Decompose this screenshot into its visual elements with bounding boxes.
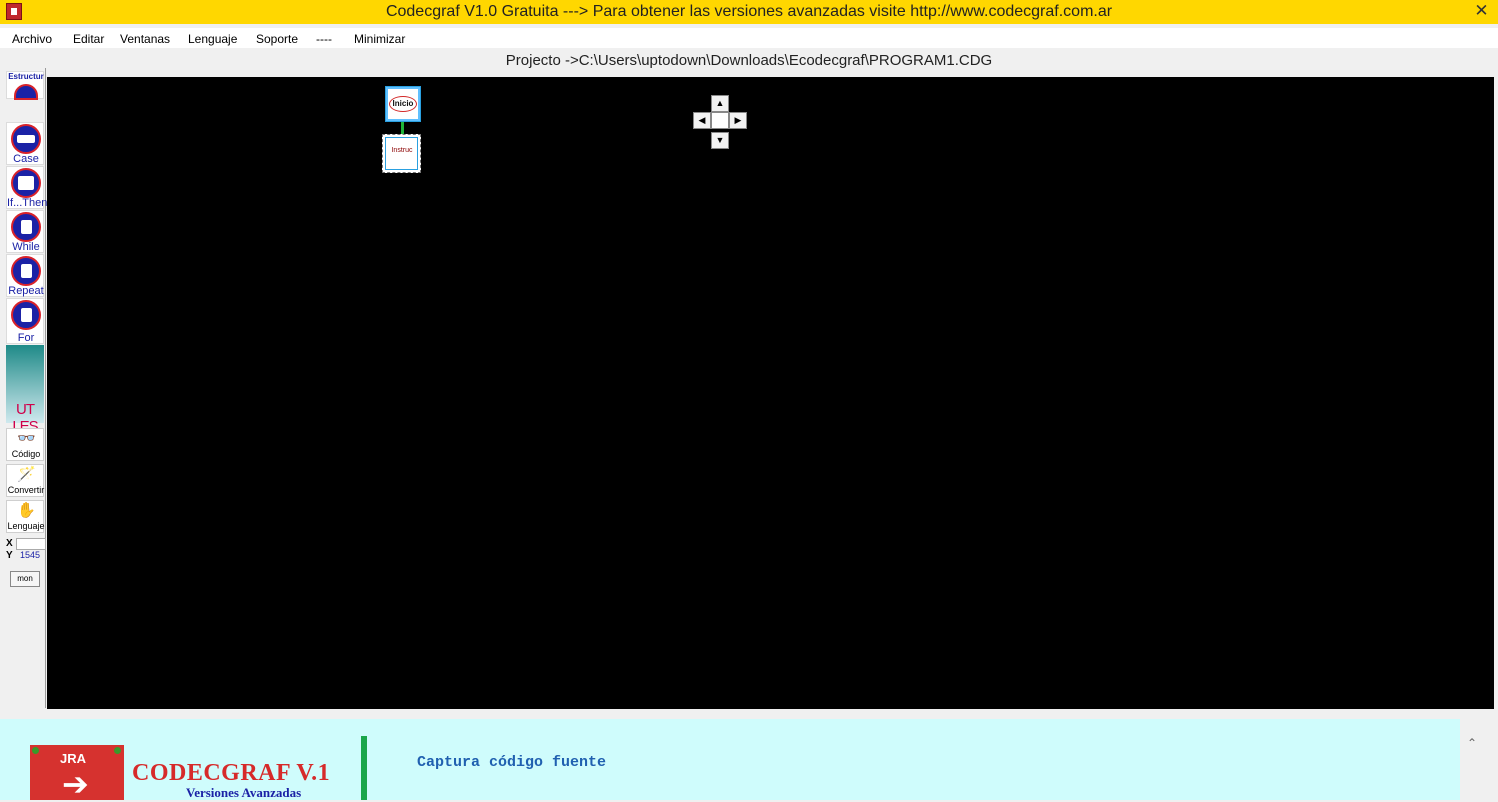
- repeat-icon: [11, 256, 41, 286]
- logo-title: CODECGRAF V.1: [132, 760, 331, 786]
- close-icon[interactable]: ✕: [1465, 0, 1498, 22]
- tool-case-label: Case: [13, 153, 39, 165]
- menu-soporte[interactable]: Soporte: [256, 32, 298, 46]
- lenguaje-label: Lenguaje: [7, 521, 45, 531]
- coord-y-value: 1545: [20, 550, 41, 560]
- utiles-panel[interactable]: UT LES: [6, 345, 44, 435]
- menu-lenguaje[interactable]: Lenguaje: [188, 32, 237, 46]
- mon-button[interactable]: mon: [10, 571, 40, 587]
- window-title: Codecgraf V1.0 Gratuita ---> Para obtene…: [385, 3, 1113, 20]
- banner-scrollbar[interactable]: [1460, 719, 1498, 800]
- nav-center: [711, 112, 729, 129]
- node-instruc[interactable]: Instruc: [382, 134, 421, 173]
- codigo-button[interactable]: 👓 Código: [6, 428, 44, 461]
- coord-x-field: [16, 538, 46, 550]
- tool-while-label: While: [12, 241, 40, 253]
- glasses-icon: 👓: [17, 430, 36, 447]
- if-then-icon: [11, 168, 41, 198]
- convertir-button[interactable]: 🪄 Convertir: [6, 464, 44, 497]
- nav-down-button[interactable]: ▼: [711, 132, 729, 149]
- title-bar: Codecgraf V1.0 Gratuita ---> Para obtene…: [0, 0, 1498, 24]
- tool-if-then[interactable]: If...Then: [6, 166, 48, 209]
- nav-up-button[interactable]: ▲: [711, 95, 729, 112]
- logo-dot-left: [32, 747, 39, 754]
- nav-right-button[interactable]: ▶: [729, 112, 747, 129]
- node-inicio[interactable]: Inicio: [385, 86, 421, 122]
- tool-estructura[interactable]: Estructur: [6, 71, 44, 100]
- menu-minimizar[interactable]: Minimizar: [354, 32, 405, 46]
- arrow-icon: ➔: [62, 766, 89, 802]
- codigo-label: Código: [11, 449, 41, 459]
- convertir-label: Convertir: [7, 485, 45, 495]
- menu-bar: Archivo Editar Ventanas Lenguaje Soporte…: [0, 28, 1498, 48]
- menu-archivo[interactable]: Archivo: [12, 32, 52, 46]
- tool-for-label: For: [17, 332, 35, 344]
- banner-caption: Captura código fuente: [417, 754, 607, 771]
- tool-while[interactable]: While: [6, 210, 44, 253]
- logo-jra-text: JRA: [60, 751, 87, 766]
- logo-dot-right: [114, 747, 121, 754]
- promo-banner: JRA ➔ CODECGRAF V.1 Versiones Avanzadas …: [0, 719, 1460, 800]
- nav-left-button[interactable]: ◀: [693, 112, 711, 129]
- menu-editar[interactable]: Editar: [73, 32, 104, 46]
- structure-toolbar: Estructur Case If...Then While Repeat Fo…: [4, 68, 48, 708]
- menu-ventanas[interactable]: Ventanas: [120, 32, 170, 46]
- banner-divider: [361, 736, 367, 800]
- project-path: Projecto ->C:\Users\uptodown\Downloads\E…: [505, 52, 993, 69]
- coord-x-label: X: [6, 538, 13, 549]
- scroll-up-icon[interactable]: ⌃: [1463, 736, 1481, 750]
- node-connector: [401, 122, 404, 134]
- node-instruc-label: Instruc: [391, 147, 413, 154]
- divider: [0, 709, 1498, 719]
- node-inicio-label: Inicio: [392, 99, 414, 108]
- convert-icon: 🪄: [17, 466, 36, 483]
- menu-separator: ----: [316, 32, 332, 46]
- language-icon: ✋: [17, 502, 36, 519]
- tool-case[interactable]: Case: [6, 122, 44, 165]
- estructura-icon: [14, 84, 38, 100]
- while-icon: [11, 212, 41, 242]
- tool-repeat-label: Repeat: [8, 285, 44, 297]
- tool-if-then-label: If...Then: [7, 197, 48, 209]
- case-icon: [11, 124, 41, 154]
- tool-estructura-label: Estructur: [8, 72, 44, 81]
- lenguaje-button[interactable]: ✋ Lenguaje: [6, 500, 45, 533]
- diagram-canvas[interactable]: Inicio Instruc ▲ ◀ ▶ ▼: [47, 77, 1494, 709]
- for-icon: [11, 300, 41, 330]
- tool-repeat[interactable]: Repeat: [6, 254, 44, 297]
- jra-logo: JRA ➔: [30, 745, 124, 800]
- coord-y-label: Y: [6, 550, 13, 561]
- tool-for[interactable]: For: [6, 298, 44, 344]
- logo-subtitle: Versiones Avanzadas: [186, 785, 302, 800]
